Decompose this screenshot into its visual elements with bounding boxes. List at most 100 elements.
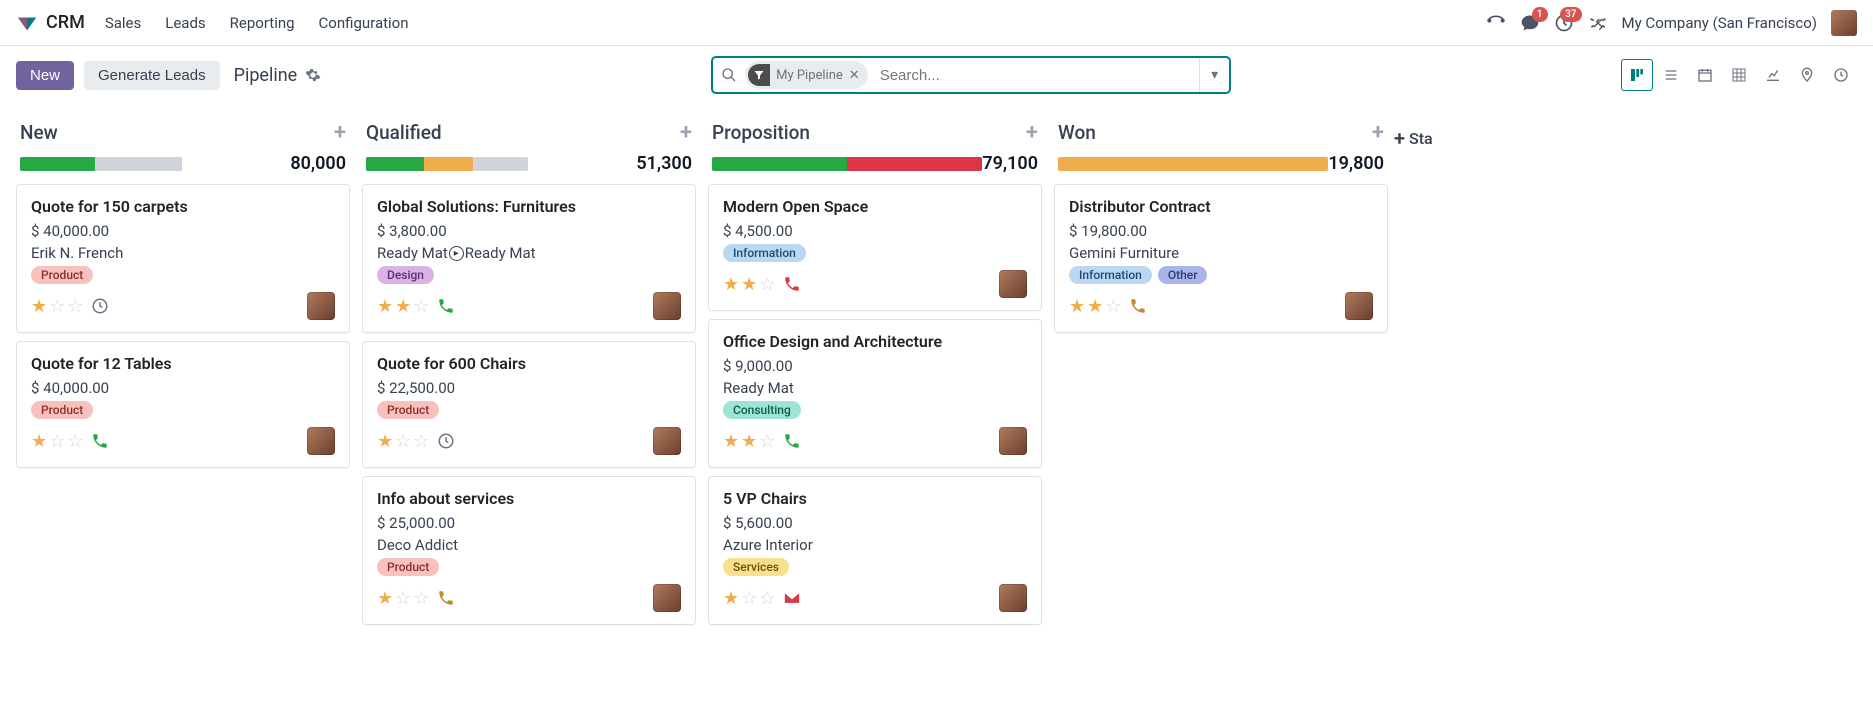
user-avatar[interactable] (1831, 10, 1857, 36)
search-bar[interactable]: My Pipeline ✕ ▾ (711, 56, 1231, 94)
kanban-card[interactable]: Modern Open Space$ 4,500.00Information★★… (708, 184, 1042, 311)
tag[interactable]: Product (31, 266, 93, 284)
quick-create-button[interactable]: + (1026, 120, 1038, 145)
priority-stars[interactable]: ★☆☆ (723, 588, 775, 609)
user-avatar[interactable] (999, 427, 1027, 455)
mail-icon[interactable] (783, 589, 801, 607)
star-icon[interactable]: ☆ (413, 431, 429, 452)
column-title[interactable]: Qualified (366, 121, 442, 144)
priority-stars[interactable]: ★★☆ (723, 274, 775, 295)
progress-segment[interactable] (473, 157, 528, 171)
phone-icon[interactable] (437, 297, 455, 315)
user-avatar[interactable] (1345, 292, 1373, 320)
tag[interactable]: Services (723, 558, 789, 576)
kanban-view-button[interactable] (1621, 59, 1653, 91)
user-avatar[interactable] (999, 270, 1027, 298)
star-icon[interactable]: ★ (395, 296, 411, 317)
filter-chip-remove[interactable]: ✕ (849, 68, 860, 83)
star-icon[interactable]: ☆ (49, 296, 65, 317)
quick-create-button[interactable]: + (680, 120, 692, 145)
tag[interactable]: Consulting (723, 401, 801, 419)
star-icon[interactable]: ☆ (413, 296, 429, 317)
map-view-button[interactable] (1791, 59, 1823, 91)
clock-icon[interactable] (437, 432, 455, 450)
phone-icon[interactable] (91, 432, 109, 450)
top-menu-item[interactable]: Leads (165, 14, 205, 32)
pivot-view-button[interactable] (1723, 59, 1755, 91)
progress-segment[interactable] (1058, 157, 1328, 171)
phone-icon[interactable] (1129, 297, 1147, 315)
priority-stars[interactable]: ★☆☆ (31, 296, 83, 317)
gear-icon[interactable] (305, 67, 321, 83)
top-menu-item[interactable]: Reporting (230, 14, 295, 32)
debug-icon[interactable] (1588, 13, 1608, 33)
priority-stars[interactable]: ★☆☆ (31, 431, 83, 452)
star-icon[interactable]: ☆ (67, 296, 83, 317)
user-avatar[interactable] (307, 427, 335, 455)
priority-stars[interactable]: ★☆☆ (377, 431, 429, 452)
star-icon[interactable]: ☆ (1105, 296, 1121, 317)
star-icon[interactable]: ☆ (413, 588, 429, 609)
star-icon[interactable]: ★ (723, 274, 739, 295)
star-icon[interactable]: ☆ (49, 431, 65, 452)
kanban-card[interactable]: 5 VP Chairs$ 5,600.00Azure InteriorServi… (708, 476, 1042, 625)
filter-chip[interactable]: My Pipeline ✕ (745, 61, 868, 89)
kanban-card[interactable]: Office Design and Architecture$ 9,000.00… (708, 319, 1042, 468)
tag[interactable]: Information (723, 244, 806, 262)
activities-icon[interactable]: 37 (1554, 13, 1574, 33)
company-selector[interactable]: My Company (San Francisco) (1622, 14, 1817, 32)
tag[interactable]: Information (1069, 266, 1152, 284)
column-title[interactable]: New (20, 121, 58, 144)
column-title[interactable]: Proposition (712, 121, 810, 144)
column-title[interactable]: Won (1058, 121, 1096, 144)
progress-segment[interactable] (20, 157, 95, 171)
search-input[interactable] (874, 67, 1199, 84)
kanban-card[interactable]: Quote for 600 Chairs$ 22,500.00Product★☆… (362, 341, 696, 468)
clock-icon[interactable] (91, 297, 109, 315)
tag[interactable]: Other (1158, 266, 1208, 284)
quick-create-button[interactable]: + (334, 120, 346, 145)
kanban-card[interactable]: Quote for 150 carpets$ 40,000.00Erik N. … (16, 184, 350, 333)
kanban-card[interactable]: Quote for 12 Tables$ 40,000.00Product★☆☆ (16, 341, 350, 468)
star-icon[interactable]: ☆ (759, 274, 775, 295)
star-icon[interactable]: ★ (31, 296, 47, 317)
star-icon[interactable]: ☆ (395, 588, 411, 609)
top-menu-item[interactable]: Configuration (319, 14, 409, 32)
top-menu-item[interactable]: Sales (105, 14, 141, 32)
search-options-toggle[interactable]: ▾ (1199, 58, 1229, 92)
star-icon[interactable]: ☆ (741, 588, 757, 609)
activity-view-button[interactable] (1825, 59, 1857, 91)
calendar-view-button[interactable] (1689, 59, 1721, 91)
star-icon[interactable]: ☆ (759, 588, 775, 609)
star-icon[interactable]: ★ (723, 431, 739, 452)
phone-icon[interactable] (437, 589, 455, 607)
priority-stars[interactable]: ★★☆ (1069, 296, 1121, 317)
app-name[interactable]: CRM (46, 12, 85, 33)
star-icon[interactable]: ★ (741, 274, 757, 295)
user-avatar[interactable] (653, 584, 681, 612)
user-avatar[interactable] (653, 427, 681, 455)
priority-stars[interactable]: ★☆☆ (377, 588, 429, 609)
star-icon[interactable]: ★ (377, 588, 393, 609)
progress-segment[interactable] (712, 157, 847, 171)
progress-segment[interactable] (424, 157, 473, 171)
graph-view-button[interactable] (1757, 59, 1789, 91)
add-stage-button[interactable]: + Sta (1394, 126, 1474, 150)
tag[interactable]: Product (377, 401, 439, 419)
progress-segment[interactable] (95, 157, 182, 171)
tag[interactable]: Product (377, 558, 439, 576)
new-button[interactable]: New (16, 61, 74, 90)
user-avatar[interactable] (999, 584, 1027, 612)
star-icon[interactable]: ☆ (67, 431, 83, 452)
phone-icon[interactable] (783, 432, 801, 450)
tag[interactable]: Design (377, 266, 434, 284)
star-icon[interactable]: ★ (377, 431, 393, 452)
priority-stars[interactable]: ★★☆ (377, 296, 429, 317)
kanban-card[interactable]: Info about services$ 25,000.00Deco Addic… (362, 476, 696, 625)
star-icon[interactable]: ★ (1069, 296, 1085, 317)
messages-icon[interactable]: 1 (1520, 13, 1540, 33)
generate-leads-button[interactable]: Generate Leads (84, 61, 220, 90)
quick-create-button[interactable]: + (1372, 120, 1384, 145)
dialpad-icon[interactable] (1486, 13, 1506, 33)
priority-stars[interactable]: ★★☆ (723, 431, 775, 452)
